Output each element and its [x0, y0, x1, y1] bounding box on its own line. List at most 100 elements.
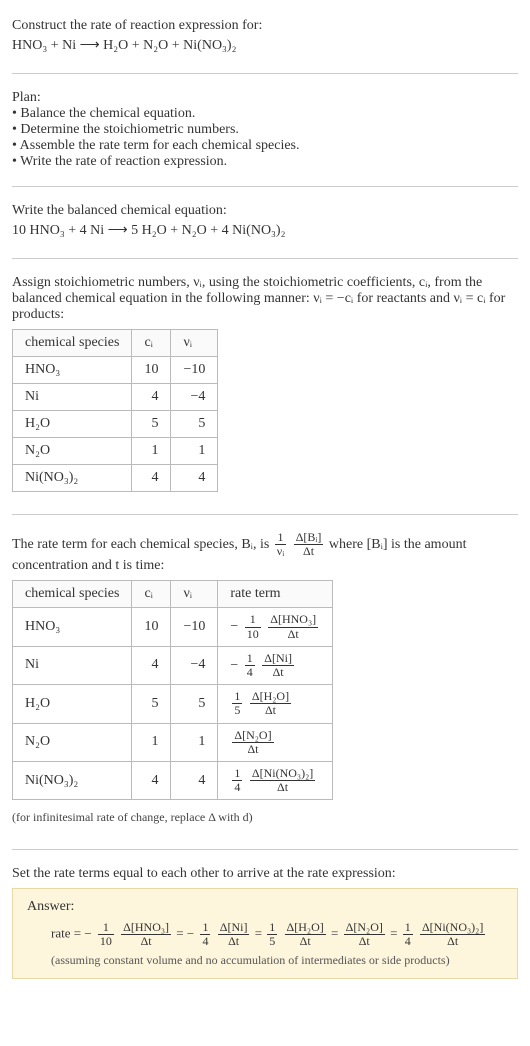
fraction: Δ[Ni]Δt — [262, 652, 294, 679]
fraction: 1νᵢ — [275, 531, 286, 558]
fraction: 110 — [245, 613, 261, 640]
plan-item: • Determine the stoichiometric numbers. — [12, 122, 518, 138]
table-header: chemical species cᵢ νᵢ rate term — [13, 581, 333, 608]
numerator: Δ[Bᵢ] — [294, 531, 324, 545]
table-row: Ni4−4 — [13, 384, 218, 411]
fraction: Δ[H₂O]Δt — [285, 921, 326, 948]
fraction: 14 — [200, 921, 210, 948]
neg-sign: − — [187, 926, 194, 941]
answer-note: (assuming constant volume and no accumul… — [27, 949, 503, 968]
cell-rate: 15 Δ[H₂O]Δt — [218, 685, 333, 723]
answer-label: Answer: — [27, 899, 503, 915]
cell-nui: 4 — [171, 761, 218, 799]
fraction: Δ[N₂O]Δt — [344, 921, 385, 948]
unbalanced-equation: HNO₃ + Ni ⟶ H₂O + N₂O + Ni(NO₃)₂ — [12, 34, 518, 57]
cell-species: H₂O — [13, 685, 132, 723]
cell-nui: −10 — [171, 608, 218, 646]
cell-rate: − 14 Δ[Ni]Δt — [218, 646, 333, 684]
fraction: Δ[Bᵢ]Δt — [294, 531, 324, 558]
table-row: Ni(NO₃)₂44 — [13, 465, 218, 492]
col-ci: cᵢ — [132, 581, 171, 608]
text: The rate term for each chemical species,… — [12, 537, 273, 552]
fraction: 110 — [98, 921, 114, 948]
fraction: 14 — [403, 921, 413, 948]
cell-ci: 1 — [132, 723, 171, 761]
cell-nui: 1 — [171, 723, 218, 761]
cell-species: Ni(NO₃)₂ — [13, 761, 132, 799]
fraction: Δ[HNO₃]Δt — [121, 921, 171, 948]
balanced-equation: 10 HNO₃ + 4 Ni ⟶ 5 H₂O + N₂O + 4 Ni(NO₃)… — [12, 219, 518, 242]
set-equal-block: Set the rate terms equal to each other t… — [12, 858, 518, 986]
eq-sign: = — [176, 926, 187, 941]
fraction: Δ[H₂O]Δt — [250, 690, 291, 717]
answer-box: Answer: rate = − 110 Δ[HNO₃]Δt = − 14 Δ[… — [12, 888, 518, 978]
cell-species: Ni — [13, 646, 132, 684]
balanced-block: Write the balanced chemical equation: 10… — [12, 195, 518, 250]
table-row: N₂O11 — [13, 438, 218, 465]
neg-sign: − — [230, 619, 238, 634]
table-row: HNO₃10−10 — [13, 357, 218, 384]
cell-nui: 5 — [171, 685, 218, 723]
cell-species: N₂O — [13, 723, 132, 761]
plan-item: • Assemble the rate term for each chemic… — [12, 138, 518, 154]
plan-heading: Plan: — [12, 90, 518, 106]
cell-nui: −10 — [171, 357, 218, 384]
cell-ci: 5 — [132, 685, 171, 723]
col-nui: νᵢ — [171, 330, 218, 357]
cell-nui: 4 — [171, 465, 218, 492]
divider — [12, 73, 518, 74]
prompt-line: Construct the rate of reaction expressio… — [12, 18, 518, 34]
fraction: Δ[N₂O]Δt — [232, 729, 273, 756]
prompt-block: Construct the rate of reaction expressio… — [12, 10, 518, 65]
fraction: Δ[HNO₃]Δt — [268, 613, 318, 640]
col-species: chemical species — [13, 581, 132, 608]
cell-rate: − 110 Δ[HNO₃]Δt — [218, 608, 333, 646]
cell-species: HNO₃ — [13, 608, 132, 646]
cell-nui: 1 — [171, 438, 218, 465]
fraction: 15 — [232, 690, 242, 717]
cell-ci: 4 — [132, 761, 171, 799]
rate-prefix: rate = — [51, 926, 84, 941]
cell-rate: 14 Δ[Ni(NO₃)₂]Δt — [218, 761, 333, 799]
rate-expression: rate = − 110 Δ[HNO₃]Δt = − 14 Δ[Ni]Δt = … — [27, 921, 503, 948]
cell-species: N₂O — [13, 438, 132, 465]
stoich-table: chemical species cᵢ νᵢ HNO₃10−10 Ni4−4 H… — [12, 329, 218, 492]
fraction: 15 — [267, 921, 277, 948]
fraction: 14 — [245, 652, 255, 679]
cell-nui: −4 — [171, 384, 218, 411]
col-ci: cᵢ — [132, 330, 171, 357]
cell-ci: 1 — [132, 438, 171, 465]
plan-block: Plan: • Balance the chemical equation. •… — [12, 82, 518, 178]
rate-term-table: chemical species cᵢ νᵢ rate term HNO₃ 10… — [12, 580, 333, 800]
fraction: 14 — [232, 767, 242, 794]
cell-ci: 4 — [132, 384, 171, 411]
cell-rate: Δ[N₂O]Δt — [218, 723, 333, 761]
cell-ci: 10 — [132, 608, 171, 646]
plan-item: • Write the rate of reaction expression. — [12, 154, 518, 170]
cell-species: Ni — [13, 384, 132, 411]
table-row: N₂O 1 1 Δ[N₂O]Δt — [13, 723, 333, 761]
cell-ci: 10 — [132, 357, 171, 384]
divider — [12, 514, 518, 515]
fraction: Δ[Ni]Δt — [218, 921, 250, 948]
cell-nui: −4 — [171, 646, 218, 684]
col-rate: rate term — [218, 581, 333, 608]
fraction: Δ[Ni(NO₃)₂]Δt — [420, 921, 485, 948]
cell-ci: 5 — [132, 411, 171, 438]
fraction: Δ[Ni(NO₃)₂]Δt — [250, 767, 315, 794]
assign-block: Assign stoichiometric numbers, νᵢ, using… — [12, 267, 518, 506]
divider — [12, 849, 518, 850]
infinitesimal-note: (for infinitesimal rate of change, repla… — [12, 806, 518, 833]
divider — [12, 258, 518, 259]
cell-species: HNO₃ — [13, 357, 132, 384]
table-row: Ni(NO₃)₂ 4 4 14 Δ[Ni(NO₃)₂]Δt — [13, 761, 333, 799]
assign-paragraph: Assign stoichiometric numbers, νᵢ, using… — [12, 275, 518, 323]
cell-ci: 4 — [132, 646, 171, 684]
cell-species: H₂O — [13, 411, 132, 438]
neg-sign: − — [84, 926, 91, 941]
plan-item: • Balance the chemical equation. — [12, 106, 518, 122]
denominator: νᵢ — [275, 545, 286, 558]
rate-term-paragraph: The rate term for each chemical species,… — [12, 531, 518, 574]
table-row: Ni 4 −4 − 14 Δ[Ni]Δt — [13, 646, 333, 684]
cell-nui: 5 — [171, 411, 218, 438]
